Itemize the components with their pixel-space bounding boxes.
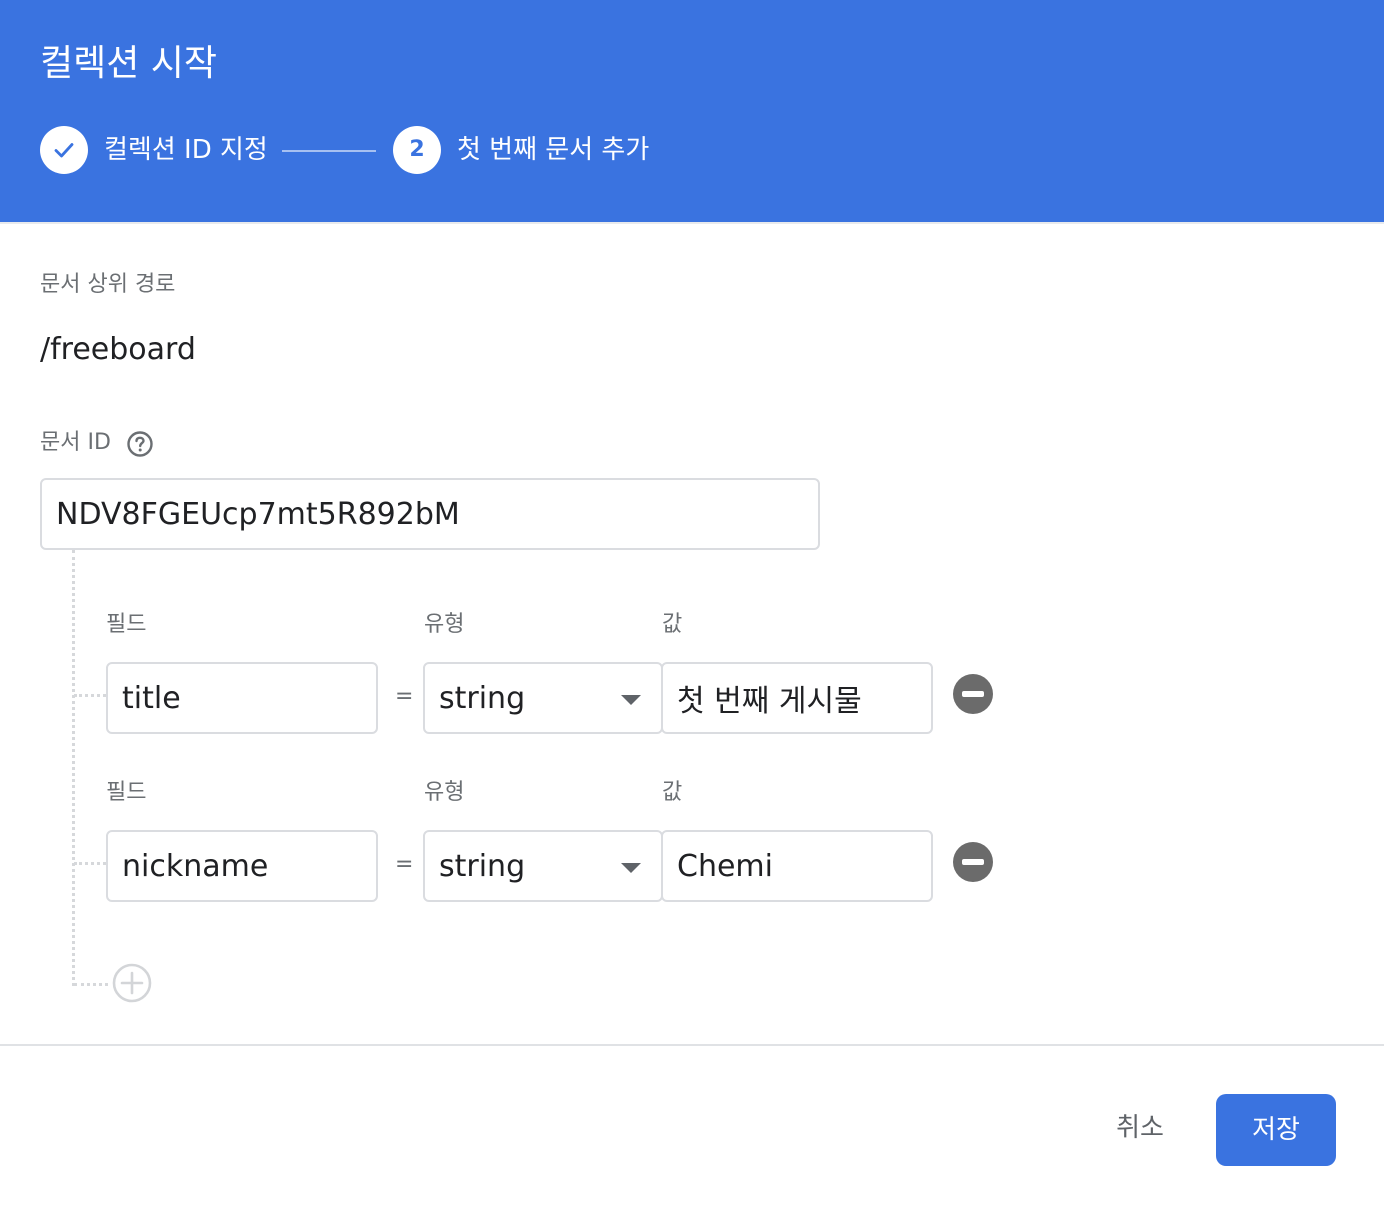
help-circle-icon[interactable] — [126, 430, 154, 458]
dialog-header: 컬렉션 시작 컬렉션 ID 지정 2 첫 번째 문서 추가 — [0, 0, 1384, 222]
value-label: 값 — [662, 612, 683, 637]
start-collection-dialog: 컬렉션 시작 컬렉션 ID 지정 2 첫 번째 문서 추가 문서 상위 경로 /… — [0, 0, 1384, 1214]
step-1-complete-indicator — [40, 126, 88, 174]
field-type-value: string — [439, 680, 526, 716]
equals-sign: = — [395, 684, 414, 709]
field-type-select[interactable]: string — [423, 662, 663, 734]
document-id-input[interactable]: NDV8FGEUcp7mt5R892bM — [40, 478, 820, 550]
dialog-title: 컬렉션 시작 — [40, 43, 218, 84]
add-field-icon[interactable] — [112, 963, 152, 1003]
field-name-value: title — [122, 680, 181, 716]
field-label: 필드 — [106, 780, 147, 805]
field-label: 필드 — [106, 612, 147, 637]
field-type-value: string — [439, 848, 526, 884]
stepper-connector — [282, 150, 376, 152]
field-tree-branch — [74, 983, 108, 986]
step-2-label: 첫 번째 문서 추가 — [457, 135, 650, 165]
field-type-select[interactable]: string — [423, 830, 663, 902]
field-value-input[interactable]: 첫 번째 게시물 — [661, 662, 933, 734]
footer-divider — [0, 1044, 1384, 1046]
step-2-number: 2 — [393, 126, 441, 174]
equals-sign: = — [395, 852, 414, 877]
dropdown-arrow-icon — [621, 863, 641, 873]
step-1-label: 컬렉션 ID 지정 — [104, 135, 268, 165]
parent-path-value: /freeboard — [40, 332, 196, 367]
type-label: 유형 — [424, 612, 465, 637]
remove-field-icon[interactable] — [953, 674, 993, 714]
document-id-label: 문서 ID — [40, 430, 111, 455]
remove-field-icon[interactable] — [953, 842, 993, 882]
field-tree-branch — [74, 694, 106, 697]
save-button[interactable]: 저장 — [1216, 1094, 1336, 1166]
cancel-button[interactable]: 취소 — [1100, 1100, 1180, 1156]
parent-path-label: 문서 상위 경로 — [40, 272, 176, 297]
field-name-input[interactable]: nickname — [106, 830, 378, 902]
field-tree-connector — [72, 550, 75, 986]
field-value-text: 첫 번째 게시물 — [677, 684, 862, 719]
dropdown-arrow-icon — [621, 695, 641, 705]
field-value-input[interactable]: Chemi — [661, 830, 933, 902]
field-tree-branch — [74, 862, 106, 865]
field-value-text: Chemi — [677, 848, 773, 884]
document-id-value: NDV8FGEUcp7mt5R892bM — [56, 496, 460, 532]
value-label: 값 — [662, 780, 683, 805]
field-name-input[interactable]: title — [106, 662, 378, 734]
header-divider — [0, 222, 1384, 224]
type-label: 유형 — [424, 780, 465, 805]
check-icon — [54, 143, 74, 158]
field-name-value: nickname — [122, 848, 269, 884]
